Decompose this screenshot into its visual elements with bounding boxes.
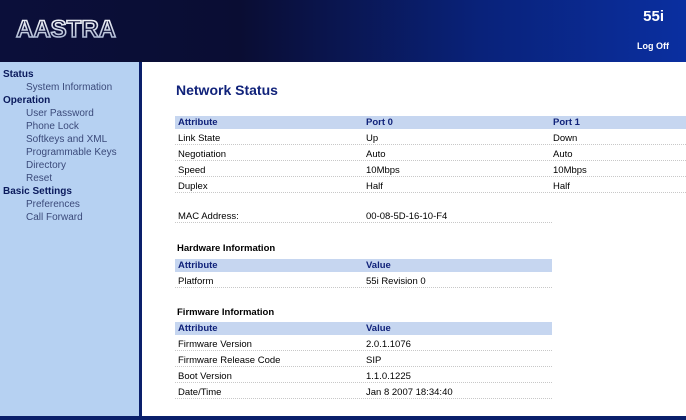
row-value: 1.1.0.1225	[366, 371, 411, 382]
table-row: Duplex Half Half	[175, 180, 686, 193]
hardware-info-heading: Hardware Information	[177, 243, 276, 254]
col-attribute: Attribute	[178, 260, 218, 271]
col-value: Value	[366, 260, 391, 271]
row-label: Firmware Version	[178, 339, 252, 350]
port-1-value: Half	[553, 181, 570, 192]
mac-address-label: MAC Address:	[178, 211, 239, 222]
phone-model: 55i	[643, 8, 664, 25]
row-label: Platform	[178, 276, 214, 287]
sidebar-item-reset[interactable]: Reset	[0, 172, 139, 185]
port-1-value: Auto	[553, 149, 573, 160]
page-title: Network Status	[176, 82, 278, 98]
sidebar-section-basic-settings: Basic Settings	[3, 186, 72, 197]
port-0-value: 10Mbps	[366, 165, 400, 176]
sidebar-item-softkeys-and-xml[interactable]: Softkeys and XML	[0, 133, 139, 146]
mac-address-value: 00-08-5D-16-10-F4	[366, 211, 448, 222]
header-bar: AASTRA 55i Log Off	[0, 0, 686, 62]
col-port-1: Port 1	[553, 117, 580, 128]
main-content: Network Status Attribute Port 0 Port 1 L…	[145, 62, 686, 416]
mac-address-row: MAC Address: 00-08-5D-16-10-F4	[175, 210, 552, 223]
port-1-value: Down	[553, 133, 578, 144]
table-row: Speed 10Mbps 10Mbps	[175, 164, 686, 177]
port-0-value: Half	[366, 181, 383, 192]
sidebar-section-operation: Operation	[3, 95, 51, 106]
row-label: Firmware Release Code	[178, 355, 281, 366]
sidebar-item-programmable-keys[interactable]: Programmable Keys	[0, 146, 139, 159]
table-row: Firmware Release Code SIP	[175, 354, 552, 367]
logo-text: AASTRA	[16, 16, 116, 41]
table-row: Negotiation Auto Auto	[175, 148, 686, 161]
col-value: Value	[366, 323, 391, 334]
row-value: Jan 8 2007 18:34:40	[366, 387, 453, 398]
row-label: Link State	[178, 133, 221, 144]
bottom-border	[0, 416, 686, 420]
row-value: 2.0.1.1076	[366, 339, 411, 350]
table-row: Platform 55i Revision 0	[175, 275, 552, 288]
row-label: Date/Time	[178, 387, 222, 398]
col-attribute: Attribute	[178, 117, 218, 128]
table-row: Firmware Version 2.0.1.1076	[175, 338, 552, 351]
sidebar: Status System Information Operation User…	[0, 62, 142, 416]
port-0-value: Auto	[366, 149, 386, 160]
row-label: Boot Version	[178, 371, 232, 382]
col-port-0: Port 0	[366, 117, 393, 128]
firmware-info-heading: Firmware Information	[177, 307, 275, 318]
sidebar-item-phone-lock[interactable]: Phone Lock	[0, 120, 139, 133]
row-label: Negotiation	[178, 149, 227, 160]
table-row: Date/Time Jan 8 2007 18:34:40	[175, 386, 552, 399]
sidebar-item-user-password[interactable]: User Password	[0, 107, 139, 120]
sidebar-item-system-information[interactable]: System Information	[0, 81, 139, 94]
col-attribute: Attribute	[178, 323, 218, 334]
table-row: Link State Up Down	[175, 132, 686, 145]
sidebar-item-directory[interactable]: Directory	[0, 159, 139, 172]
port-0-value: Up	[366, 133, 379, 144]
network-table-header: Attribute Port 0 Port 1	[175, 116, 686, 129]
sidebar-section-status: Status	[3, 69, 34, 80]
table-row: Boot Version 1.1.0.1225	[175, 370, 552, 383]
log-off-link[interactable]: Log Off	[637, 41, 669, 51]
hardware-table-header: Attribute Value	[175, 259, 552, 272]
row-value: SIP	[366, 355, 382, 366]
row-label: Duplex	[178, 181, 208, 192]
row-label: Speed	[178, 165, 206, 176]
firmware-table-header: Attribute Value	[175, 322, 552, 335]
aastra-logo: AASTRA	[14, 15, 134, 44]
sidebar-item-call-forward[interactable]: Call Forward	[0, 211, 139, 224]
row-value: 55i Revision 0	[366, 276, 426, 287]
port-1-value: 10Mbps	[553, 165, 587, 176]
sidebar-item-preferences[interactable]: Preferences	[0, 198, 139, 211]
